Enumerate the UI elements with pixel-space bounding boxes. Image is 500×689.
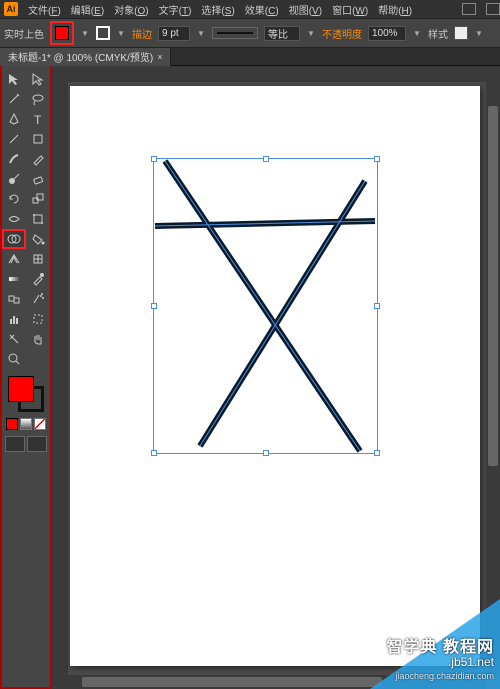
type-tool[interactable]: T xyxy=(27,110,49,128)
selection-handle[interactable] xyxy=(374,450,380,456)
close-tab-icon[interactable]: × xyxy=(157,52,162,62)
rectangle-tool[interactable] xyxy=(27,130,49,148)
document-tab-title: 未标题-1* @ 100% (CMYK/预览) xyxy=(8,49,153,64)
color-mode-solid-icon[interactable] xyxy=(6,418,18,430)
menubar: Ai 文件(F) 编辑(E) 对象(O) 文字(T) 选择(S) 效果(C) 视… xyxy=(0,0,500,18)
artboard[interactable] xyxy=(70,86,480,666)
selection-tool[interactable] xyxy=(3,70,25,88)
rotate-tool[interactable] xyxy=(3,190,25,208)
selection-handle[interactable] xyxy=(151,303,157,309)
svg-text:T: T xyxy=(34,113,42,126)
selection-bounding-box[interactable] xyxy=(153,158,378,454)
eyedropper-tool[interactable] xyxy=(27,270,49,288)
menu-view[interactable]: 视图(V) xyxy=(289,2,322,17)
selection-handle[interactable] xyxy=(151,156,157,162)
opacity-label[interactable]: 不透明度 xyxy=(322,26,362,41)
shape-builder-tool[interactable] xyxy=(3,230,25,248)
color-mode-row xyxy=(6,418,46,430)
scroll-thumb[interactable] xyxy=(488,106,498,466)
live-paint-bucket-tool[interactable] xyxy=(27,230,49,248)
color-mode-gradient-icon[interactable] xyxy=(20,418,32,430)
app-logo-icon: Ai xyxy=(4,2,18,16)
paintbrush-tool[interactable] xyxy=(3,150,25,168)
artboard-tool[interactable] xyxy=(27,310,49,328)
selection-handle[interactable] xyxy=(374,303,380,309)
chevron-down-icon[interactable]: ▼ xyxy=(306,29,316,38)
zoom-tool[interactable] xyxy=(3,350,25,368)
fill-indicator[interactable] xyxy=(8,376,34,402)
selection-handle[interactable] xyxy=(374,156,380,162)
menu-edit[interactable]: 编辑(E) xyxy=(71,2,104,17)
stroke-style-select[interactable] xyxy=(264,26,300,41)
chevron-down-icon[interactable]: ▼ xyxy=(80,29,90,38)
opacity-input[interactable] xyxy=(368,26,406,41)
magic-wand-tool[interactable] xyxy=(3,90,25,108)
menu-help[interactable]: 帮助(H) xyxy=(378,2,412,17)
chevron-down-icon[interactable]: ▼ xyxy=(412,29,422,38)
fill-swatch-highlight xyxy=(50,21,74,45)
column-graph-tool[interactable] xyxy=(3,310,25,328)
menu-select[interactable]: 选择(S) xyxy=(201,2,234,17)
work-area: T xyxy=(0,66,500,689)
control-bar: 实时上色 ▼ ▼ 描边 ▼ ▼ 不透明度 ▼ 样式 ▼ xyxy=(0,18,500,48)
scale-tool[interactable] xyxy=(27,190,49,208)
menu-file[interactable]: 文件(F) xyxy=(28,2,61,17)
menu-type[interactable]: 文字(T) xyxy=(159,2,192,17)
menu-object[interactable]: 对象(O) xyxy=(114,2,148,17)
stroke-profile[interactable] xyxy=(212,27,258,39)
watermark-text: 智学典 教程网 .jb51.net jiaocheng.chazidian.co… xyxy=(387,641,494,683)
pencil-tool[interactable] xyxy=(27,150,49,168)
blob-brush-tool[interactable] xyxy=(3,170,25,188)
control-context-label: 实时上色 xyxy=(4,26,44,41)
selection-handle[interactable] xyxy=(151,450,157,456)
hand-tool[interactable] xyxy=(27,330,49,348)
chevron-down-icon[interactable]: ▼ xyxy=(116,29,126,38)
scrollbar-vertical[interactable] xyxy=(486,66,500,675)
menu-window[interactable]: 窗口(W) xyxy=(332,2,368,17)
gradient-tool[interactable] xyxy=(3,270,25,288)
direct-selection-tool[interactable] xyxy=(27,70,49,88)
blend-tool[interactable] xyxy=(3,290,25,308)
lasso-tool[interactable] xyxy=(27,90,49,108)
style-label: 样式 xyxy=(428,26,448,41)
line-tool[interactable] xyxy=(3,130,25,148)
ruler-horizontal[interactable] xyxy=(52,66,500,82)
fill-swatch[interactable] xyxy=(55,26,69,40)
color-mode-none-icon[interactable] xyxy=(34,418,46,430)
tool-panel: T xyxy=(0,66,52,689)
free-transform-tool[interactable] xyxy=(27,210,49,228)
symbol-sprayer-tool[interactable] xyxy=(27,290,49,308)
screen-mode-normal-icon[interactable] xyxy=(5,436,25,452)
document-tab[interactable]: 未标题-1* @ 100% (CMYK/预览) × xyxy=(0,48,171,66)
selection-handle[interactable] xyxy=(263,156,269,162)
layout-icon[interactable] xyxy=(462,3,476,15)
selection-handle[interactable] xyxy=(263,450,269,456)
screen-mode-row xyxy=(5,436,47,452)
stroke-weight-input[interactable] xyxy=(158,26,190,41)
mesh-tool[interactable] xyxy=(27,250,49,268)
document-tabs: 未标题-1* @ 100% (CMYK/预览) × xyxy=(0,48,500,66)
stroke-label[interactable]: 描边 xyxy=(132,26,152,41)
canvas-area[interactable] xyxy=(52,66,500,689)
pen-tool[interactable] xyxy=(3,110,25,128)
width-tool[interactable] xyxy=(3,210,25,228)
stroke-swatch[interactable] xyxy=(96,26,110,40)
scroll-thumb[interactable] xyxy=(82,677,382,687)
chevron-down-icon[interactable]: ▼ xyxy=(196,29,206,38)
app-window: Ai 文件(F) 编辑(E) 对象(O) 文字(T) 选择(S) 效果(C) 视… xyxy=(0,0,500,689)
chevron-down-icon[interactable]: ▼ xyxy=(474,29,484,38)
menu-effect[interactable]: 效果(C) xyxy=(245,2,279,17)
graphic-style-swatch[interactable] xyxy=(454,26,468,40)
workspace-icon[interactable] xyxy=(486,3,500,15)
perspective-grid-tool[interactable] xyxy=(3,250,25,268)
ruler-vertical[interactable] xyxy=(52,66,68,689)
screen-mode-full-icon[interactable] xyxy=(27,436,47,452)
eraser-tool[interactable] xyxy=(27,170,49,188)
fill-stroke-indicator[interactable] xyxy=(6,374,46,414)
slice-tool[interactable] xyxy=(3,330,25,348)
